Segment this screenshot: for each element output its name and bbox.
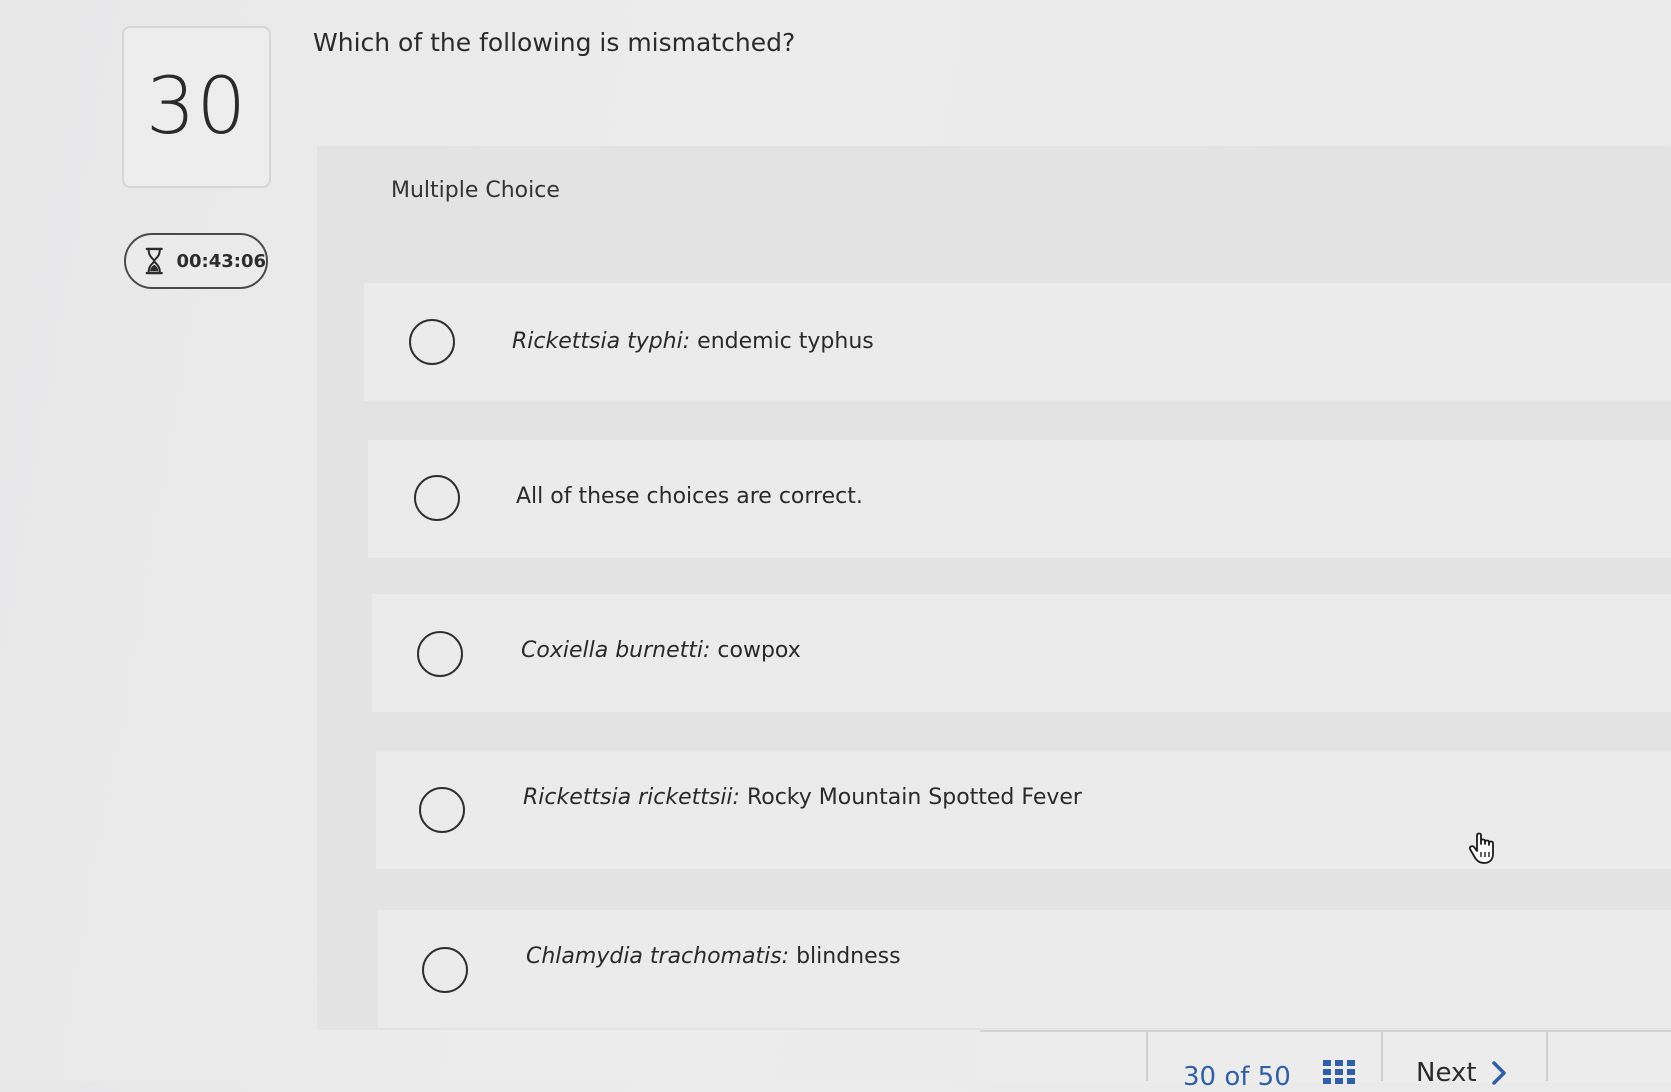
answer-option-2[interactable]: All of these choices are correct. xyxy=(368,440,1671,558)
option-text-3: Coxiella burnetti: cowpox xyxy=(521,638,801,663)
option-term-1: Rickettsia typhi: xyxy=(512,329,691,354)
radio-button-1[interactable] xyxy=(409,319,455,365)
option-text-5: Chlamydia trachomatis: blindness xyxy=(526,944,901,969)
option-term-4: Rickettsia rickettsii: xyxy=(523,785,740,810)
option-text-2: All of these choices are correct. xyxy=(516,484,863,509)
chevron-right-icon xyxy=(1491,1061,1506,1085)
next-label: Next xyxy=(1416,1058,1477,1088)
answer-option-3[interactable]: Coxiella burnetti: cowpox xyxy=(372,594,1671,712)
option-term-3: Coxiella burnetti: xyxy=(521,638,711,663)
answer-option-1[interactable]: Rickettsia typhi: endemic typhus xyxy=(364,283,1671,401)
question-progress[interactable]: 30 of 50 xyxy=(1183,1062,1291,1092)
footer-divider xyxy=(1546,1030,1548,1081)
question-number-box: 30 xyxy=(122,26,271,188)
option-answer-5: blindness xyxy=(796,944,901,969)
answer-option-5[interactable]: Chlamydia trachomatis: blindness xyxy=(378,910,1671,1028)
grid-icon[interactable] xyxy=(1323,1060,1355,1084)
option-text-1: Rickettsia typhi: endemic typhus xyxy=(512,329,874,354)
radio-button-5[interactable] xyxy=(422,947,468,993)
question-type-label: Multiple Choice xyxy=(391,178,560,203)
footer-divider xyxy=(1146,1030,1148,1081)
option-text-4: Rickettsia rickettsii: Rocky Mountain Sp… xyxy=(523,785,1082,810)
question-number: 30 xyxy=(145,62,248,152)
timer-value: 00:43:06 xyxy=(176,250,266,272)
option-answer-3: cowpox xyxy=(717,638,801,663)
hand-pointer-icon xyxy=(1468,832,1494,864)
timer-badge[interactable]: 00:43:06 xyxy=(124,233,268,289)
radio-button-2[interactable] xyxy=(414,475,460,521)
multiple-choice-panel xyxy=(317,146,1671,1030)
option-answer-4: Rocky Mountain Spotted Fever xyxy=(746,785,1082,810)
radio-button-3[interactable] xyxy=(417,631,463,677)
next-button[interactable]: Next xyxy=(1416,1058,1507,1088)
hourglass-icon xyxy=(145,247,163,275)
option-term-5: Chlamydia trachomatis: xyxy=(526,944,790,969)
question-text: Which of the following is mismatched? xyxy=(313,28,796,57)
radio-button-4[interactable] xyxy=(419,787,465,833)
option-answer-2: All of these choices are correct. xyxy=(516,484,863,509)
footer-divider xyxy=(1381,1030,1383,1081)
option-answer-1: endemic typhus xyxy=(697,329,874,354)
